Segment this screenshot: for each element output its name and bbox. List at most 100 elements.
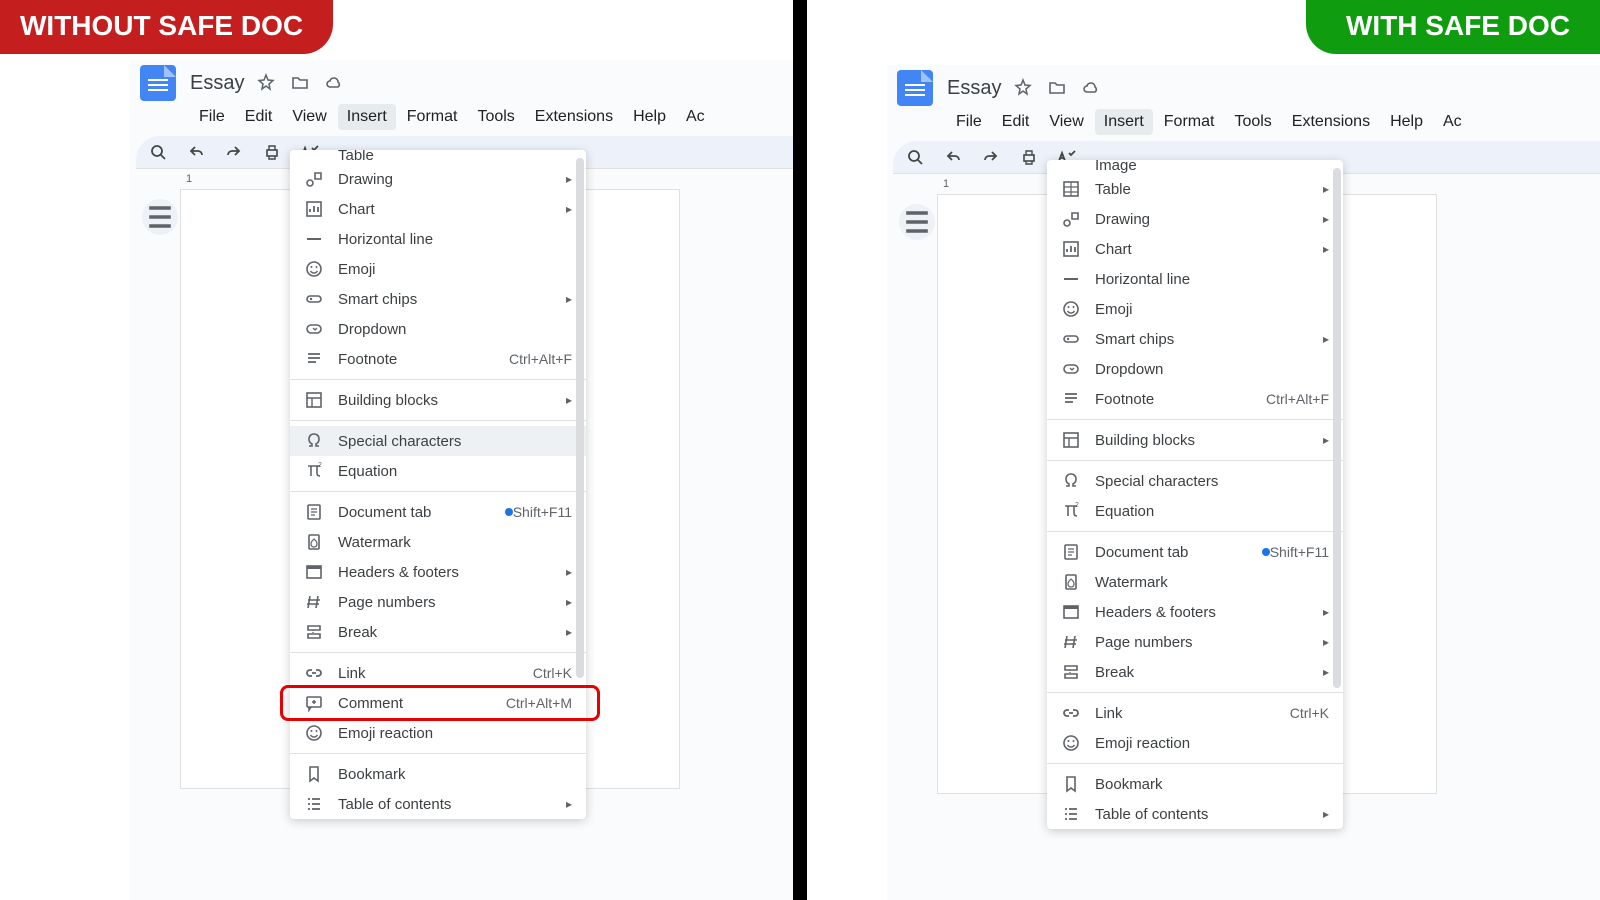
menu-separator bbox=[1047, 692, 1343, 693]
cloud-status-icon[interactable] bbox=[1081, 78, 1101, 98]
menu-item-drawing[interactable]: Drawing▸ bbox=[1047, 204, 1343, 234]
menu-item-break[interactable]: Break▸ bbox=[1047, 657, 1343, 687]
menu-view[interactable]: View bbox=[1040, 109, 1092, 135]
menu-item-page-numbers[interactable]: Page numbers▸ bbox=[290, 587, 586, 617]
document-title[interactable]: Essay bbox=[190, 72, 244, 95]
menu-file[interactable]: File bbox=[190, 104, 234, 130]
shortcut-label: Ctrl+Alt+M bbox=[506, 695, 572, 711]
cloud-status-icon[interactable] bbox=[324, 73, 344, 93]
print-icon[interactable] bbox=[262, 142, 282, 162]
menu-item-emoji[interactable]: Emoji bbox=[290, 254, 586, 284]
undo-icon[interactable] bbox=[186, 142, 206, 162]
shortcut-label: Ctrl+Alt+F bbox=[1266, 391, 1329, 407]
shortcut-label: Ctrl+Alt+F bbox=[509, 351, 572, 367]
menu-item-label: Emoji bbox=[1095, 301, 1329, 318]
scrollbar[interactable] bbox=[1333, 168, 1341, 688]
menu-item-headers-footers[interactable]: Headers & footers▸ bbox=[1047, 597, 1343, 627]
menu-item-watermark[interactable]: Watermark bbox=[290, 527, 586, 557]
menu-insert[interactable]: Insert bbox=[338, 104, 396, 130]
submenu-arrow-icon: ▸ bbox=[566, 797, 572, 811]
menu-item-emoji[interactable]: Emoji bbox=[1047, 294, 1343, 324]
menu-item-watermark[interactable]: Watermark bbox=[1047, 567, 1343, 597]
menu-item-building-blocks[interactable]: Building blocks▸ bbox=[1047, 425, 1343, 455]
menu-item-label: Dropdown bbox=[1095, 361, 1329, 378]
menu-item-label: Document tab bbox=[1095, 544, 1252, 561]
menu-item-bookmark[interactable]: Bookmark bbox=[290, 759, 586, 789]
move-folder-icon[interactable] bbox=[1047, 78, 1067, 98]
menu-item-page-numbers[interactable]: Page numbers▸ bbox=[1047, 627, 1343, 657]
menu-item-document-tab[interactable]: Document tabShift+F11 bbox=[1047, 537, 1343, 567]
print-icon[interactable] bbox=[1019, 147, 1039, 167]
search-icon[interactable] bbox=[148, 142, 168, 162]
menu-help[interactable]: Help bbox=[624, 104, 675, 130]
scrollbar[interactable] bbox=[576, 158, 584, 678]
menu-ac[interactable]: Ac bbox=[1434, 109, 1471, 135]
outline-toggle-icon[interactable] bbox=[142, 199, 178, 235]
menu-item-label: Bookmark bbox=[338, 766, 572, 783]
outline-toggle-icon[interactable] bbox=[899, 204, 935, 240]
menu-file[interactable]: File bbox=[947, 109, 991, 135]
menu-format[interactable]: Format bbox=[1155, 109, 1224, 135]
menu-item-smart-chips[interactable]: Smart chips▸ bbox=[290, 284, 586, 314]
docs-logo-icon[interactable] bbox=[897, 70, 933, 106]
menu-item-table[interactable]: Table▸ bbox=[1047, 174, 1343, 204]
badge-without: WITHOUT SAFE DOC bbox=[0, 0, 333, 54]
document-title[interactable]: Essay bbox=[947, 77, 1001, 100]
move-folder-icon[interactable] bbox=[290, 73, 310, 93]
menu-item-link[interactable]: LinkCtrl+K bbox=[290, 658, 586, 688]
menu-extensions[interactable]: Extensions bbox=[526, 104, 622, 130]
menu-item-drawing[interactable]: Drawing▸ bbox=[290, 164, 586, 194]
pi-icon bbox=[304, 461, 324, 481]
menu-edit[interactable]: Edit bbox=[993, 109, 1039, 135]
redo-icon[interactable] bbox=[981, 147, 1001, 167]
menu-item-footnote[interactable]: FootnoteCtrl+Alt+F bbox=[290, 344, 586, 374]
menu-extensions[interactable]: Extensions bbox=[1283, 109, 1379, 135]
menu-separator bbox=[1047, 763, 1343, 764]
menu-item-label: Special characters bbox=[338, 433, 572, 450]
menu-help[interactable]: Help bbox=[1381, 109, 1432, 135]
menu-item-special-characters[interactable]: Special characters bbox=[290, 426, 586, 456]
menu-item-equation[interactable]: Equation bbox=[1047, 496, 1343, 526]
menu-item-emoji-reaction[interactable]: Emoji reaction bbox=[1047, 728, 1343, 758]
menu-tools[interactable]: Tools bbox=[1225, 109, 1280, 135]
menu-item-document-tab[interactable]: Document tabShift+F11 bbox=[290, 497, 586, 527]
menu-format[interactable]: Format bbox=[398, 104, 467, 130]
ruler-mark: 1 bbox=[943, 178, 949, 190]
menu-bar: FileEditViewInsertFormatToolsExtensionsH… bbox=[130, 100, 793, 136]
menu-item-chart[interactable]: Chart▸ bbox=[1047, 234, 1343, 264]
menu-item-table-of-contents[interactable]: Table of contents▸ bbox=[290, 789, 586, 819]
menu-item-horizontal-line[interactable]: Horizontal line bbox=[290, 224, 586, 254]
menu-item-chart[interactable]: Chart▸ bbox=[290, 194, 586, 224]
menu-item-link[interactable]: LinkCtrl+K bbox=[1047, 698, 1343, 728]
menu-item-smart-chips[interactable]: Smart chips▸ bbox=[1047, 324, 1343, 354]
menu-item-emoji-reaction[interactable]: Emoji reaction bbox=[290, 718, 586, 748]
menu-item-break[interactable]: Break▸ bbox=[290, 617, 586, 647]
menu-item-label: Smart chips bbox=[1095, 331, 1323, 348]
menu-ac[interactable]: Ac bbox=[677, 104, 714, 130]
menu-item-dropdown[interactable]: Dropdown bbox=[1047, 354, 1343, 384]
menu-item-headers-footers[interactable]: Headers & footers▸ bbox=[290, 557, 586, 587]
menu-item-table-of-contents[interactable]: Table of contents▸ bbox=[1047, 799, 1343, 829]
submenu-arrow-icon: ▸ bbox=[1323, 635, 1329, 649]
menu-item-special-characters[interactable]: Special characters bbox=[1047, 466, 1343, 496]
star-icon[interactable] bbox=[256, 73, 276, 93]
submenu-arrow-icon: ▸ bbox=[1323, 182, 1329, 196]
menu-tools[interactable]: Tools bbox=[468, 104, 523, 130]
menu-view[interactable]: View bbox=[283, 104, 335, 130]
menu-insert[interactable]: Insert bbox=[1095, 109, 1153, 135]
menu-item-truncated[interactable]: Table bbox=[290, 150, 586, 164]
menu-item-bookmark[interactable]: Bookmark bbox=[1047, 769, 1343, 799]
menu-item-comment[interactable]: CommentCtrl+Alt+M bbox=[290, 688, 586, 718]
menu-item-building-blocks[interactable]: Building blocks▸ bbox=[290, 385, 586, 415]
menu-item-dropdown[interactable]: Dropdown bbox=[290, 314, 586, 344]
menu-item-equation[interactable]: Equation bbox=[290, 456, 586, 486]
docs-logo-icon[interactable] bbox=[140, 65, 176, 101]
menu-item-horizontal-line[interactable]: Horizontal line bbox=[1047, 264, 1343, 294]
redo-icon[interactable] bbox=[224, 142, 244, 162]
menu-item-truncated[interactable]: Image bbox=[1047, 160, 1343, 174]
star-icon[interactable] bbox=[1013, 78, 1033, 98]
menu-item-footnote[interactable]: FootnoteCtrl+Alt+F bbox=[1047, 384, 1343, 414]
search-icon[interactable] bbox=[905, 147, 925, 167]
menu-edit[interactable]: Edit bbox=[236, 104, 282, 130]
undo-icon[interactable] bbox=[943, 147, 963, 167]
